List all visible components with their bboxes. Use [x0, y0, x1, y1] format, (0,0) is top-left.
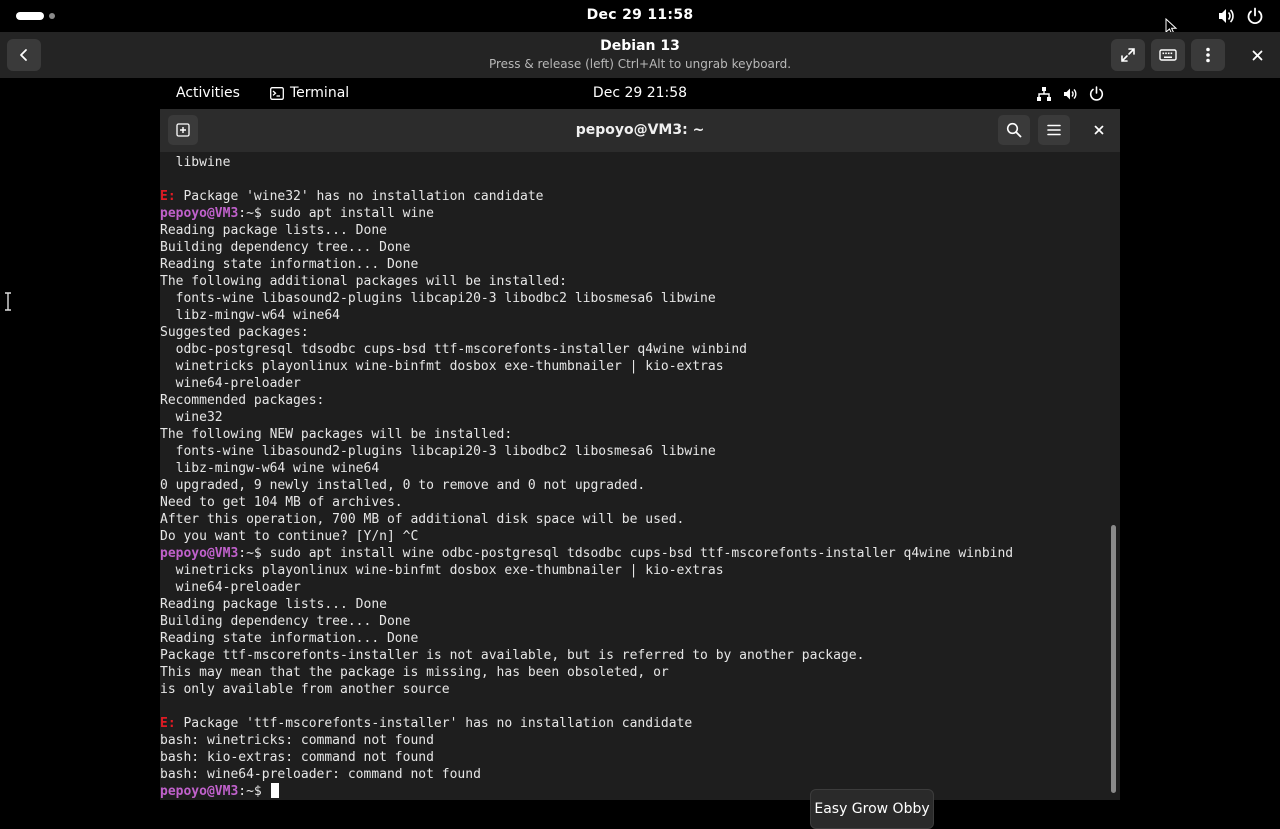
- terminal-line: fonts-wine libasound2-plugins libcapi20-…: [160, 444, 716, 459]
- vm-subtitle: Press & release (left) Ctrl+Alt to ungra…: [488, 57, 792, 71]
- error-message: Package 'wine32' has no installation can…: [175, 189, 544, 204]
- terminal-line: wine64-preloader: [160, 580, 301, 595]
- terminal-line: wine64-preloader: [160, 376, 301, 391]
- viewer-menu-button[interactable]: [1191, 39, 1225, 71]
- terminal-line: This may mean that the package is missin…: [160, 665, 669, 680]
- fullscreen-icon: [1121, 48, 1135, 62]
- power-icon[interactable]: [1088, 85, 1105, 102]
- text-cursor-icon: [5, 292, 11, 311]
- terminal-line: is only available from another source: [160, 682, 450, 697]
- terminal-window[interactable]: pepoyo@VM3: ~ libwine E: Package 'wine32'…: [160, 109, 1120, 800]
- terminal-line: fonts-wine libasound2-plugins libcapi20-…: [160, 291, 716, 306]
- terminal-line: Reading package lists... Done: [160, 597, 387, 612]
- fullscreen-button[interactable]: [1111, 39, 1145, 71]
- terminal-close-button[interactable]: [1086, 115, 1112, 145]
- terminal-title: pepoyo@VM3: ~: [575, 122, 705, 138]
- terminal-search-button[interactable]: [998, 115, 1030, 145]
- vm-title: Debian 13: [600, 38, 680, 54]
- hamburger-menu-icon: [1047, 124, 1061, 136]
- terminal-line: libwine: [160, 155, 231, 170]
- close-icon: [1094, 125, 1104, 135]
- prompt-user: pepoyo@VM3: [160, 206, 239, 221]
- terminal-line: winetricks playonlinux wine-binfmt dosbo…: [160, 563, 724, 578]
- tooltip: Easy Grow Obby: [810, 789, 934, 829]
- terminal-output[interactable]: libwine E: Package 'wine32' has no instal…: [160, 153, 1108, 800]
- vm-viewer-header: Debian 13 Press & release (left) Ctrl+Al…: [0, 32, 1280, 78]
- guest-clock[interactable]: Dec 29 21:58: [160, 85, 1120, 101]
- terminal-scrollbar-thumb[interactable]: [1111, 525, 1116, 793]
- prompt-symbol: :~$: [238, 206, 270, 221]
- terminal-line: Reading state information... Done: [160, 257, 419, 272]
- terminal-line: pepoyo@VM3:~$ sudo apt install wine odbc…: [160, 545, 1013, 562]
- terminal-line: bash: kio-extras: command not found: [160, 750, 434, 765]
- terminal-line: pepoyo@VM3:~$: [160, 783, 279, 800]
- prompt-symbol: :~$: [238, 784, 270, 799]
- close-icon: [1252, 50, 1262, 60]
- terminal-line: Building dependency tree... Done: [160, 240, 411, 255]
- guest-top-bar: Activities Terminal Dec 29 21:58: [160, 78, 1120, 109]
- terminal-line: winetricks playonlinux wine-binfmt dosbo…: [160, 359, 724, 374]
- terminal-line: The following additional packages will b…: [160, 274, 567, 289]
- terminal-menu-button[interactable]: [1038, 115, 1070, 145]
- error-prefix: E:: [160, 189, 176, 204]
- terminal-line: Reading package lists... Done: [160, 223, 387, 238]
- volume-icon[interactable]: [1062, 86, 1078, 102]
- keyboard-button[interactable]: [1151, 39, 1185, 71]
- kebab-menu-icon: [1206, 47, 1210, 63]
- error-message: Package 'ttf-mscorefonts-installer' has …: [175, 716, 693, 731]
- terminal-line: odbc-postgresql tdsodbc cups-bsd ttf-msc…: [160, 342, 747, 357]
- power-icon[interactable]: [1245, 6, 1265, 26]
- command-text: sudo apt install wine: [269, 206, 434, 221]
- terminal-line: wine32: [160, 410, 223, 425]
- host-clock[interactable]: Dec 29 11:58: [0, 7, 1280, 23]
- host-top-bar: Dec 29 11:58: [0, 0, 1280, 36]
- terminal-line: Need to get 104 MB of archives.: [160, 495, 403, 510]
- terminal-line: Building dependency tree... Done: [160, 614, 411, 629]
- terminal-line: Reading state information... Done: [160, 631, 419, 646]
- terminal-line: Package ttf-mscorefonts-installer is not…: [160, 648, 865, 663]
- terminal-line: libz-mingw-w64 wine wine64: [160, 461, 380, 476]
- prompt-user: pepoyo@VM3: [160, 546, 239, 561]
- terminal-header-bar[interactable]: pepoyo@VM3: ~: [160, 109, 1120, 152]
- prompt-user: pepoyo@VM3: [160, 784, 239, 799]
- terminal-line: E: Package 'wine32' has no installation …: [160, 188, 544, 205]
- viewer-close-button[interactable]: [1243, 39, 1271, 71]
- terminal-line: 0 upgraded, 9 newly installed, 0 to remo…: [160, 478, 646, 493]
- command-text: sudo apt install wine odbc-postgresql td…: [269, 546, 1014, 561]
- terminal-line: libz-mingw-w64 wine64: [160, 308, 341, 323]
- search-icon: [1006, 122, 1022, 138]
- terminal-line: Suggested packages:: [160, 325, 309, 340]
- terminal-line: bash: wine64-preloader: command not foun…: [160, 767, 481, 782]
- volume-icon[interactable]: [1216, 6, 1236, 26]
- terminal-line: E: Package 'ttf-mscorefonts-installer' h…: [160, 715, 692, 732]
- terminal-cursor: [270, 783, 279, 798]
- terminal-line: bash: winetricks: command not found: [160, 733, 434, 748]
- terminal-line: Recommended packages:: [160, 393, 325, 408]
- terminal-line: After this operation, 700 MB of addition…: [160, 512, 685, 527]
- prompt-symbol: :~$: [238, 546, 270, 561]
- terminal-line: Do you want to continue? [Y/n] ^C: [160, 529, 419, 544]
- keyboard-icon: [1159, 49, 1177, 61]
- error-prefix: E:: [160, 716, 176, 731]
- terminal-line: pepoyo@VM3:~$ sudo apt install wine: [160, 205, 434, 222]
- guest-display[interactable]: Activities Terminal Dec 29 21:58 pepoyo@…: [160, 78, 1120, 829]
- terminal-line: The following NEW packages will be insta…: [160, 427, 513, 442]
- network-icon[interactable]: [1036, 86, 1052, 102]
